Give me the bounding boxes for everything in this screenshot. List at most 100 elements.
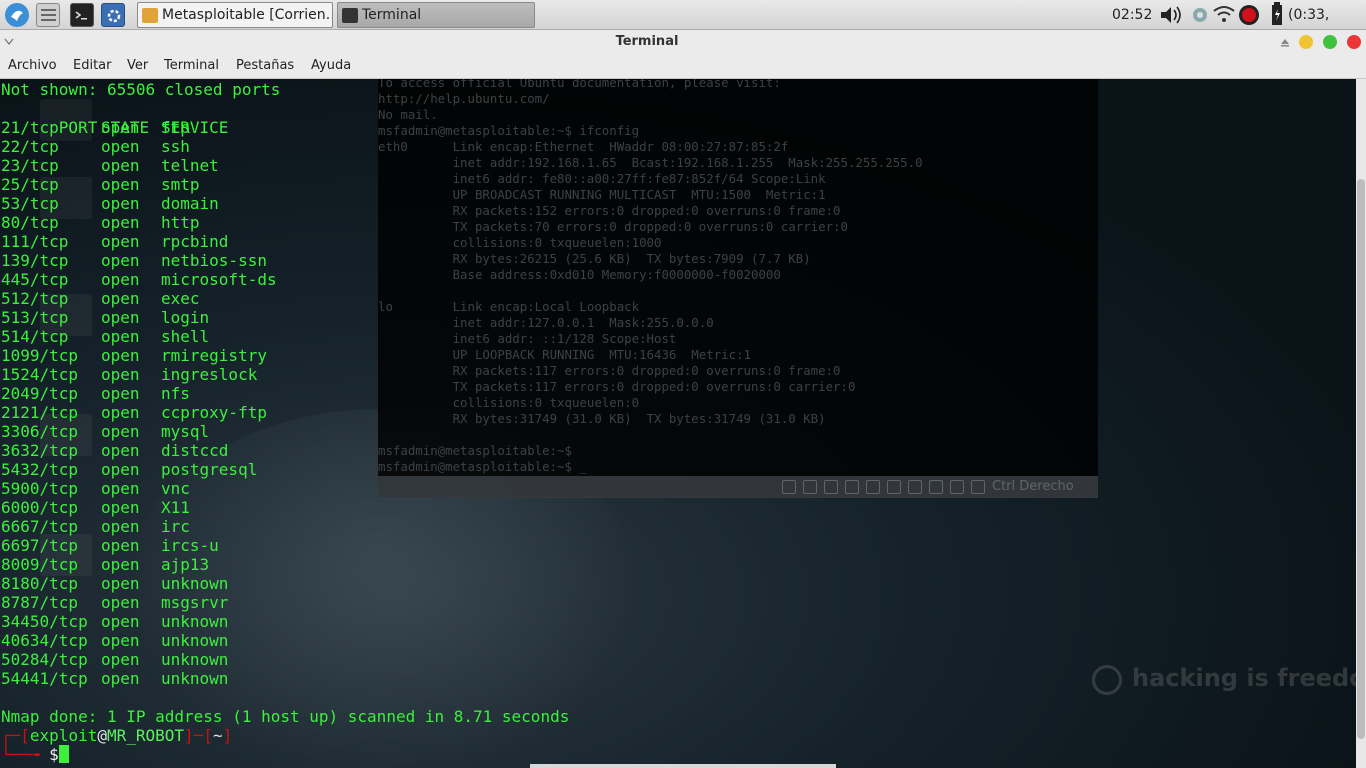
host-key-label: Ctrl Derecho [992,479,1074,494]
port-state: open [101,137,140,156]
network-icon [908,480,922,494]
port-service: ircs-u [161,536,219,555]
menu-pestanas[interactable]: Pestañas [236,58,294,73]
port-row: 21/tcp open ftp [1,118,190,137]
port-row: 8787/tcp open msgsrvr [1,593,228,612]
port-number: 40634/tcp [1,631,88,650]
port-row: 53/tcp open domain [1,194,219,213]
port-number: 512/tcp [1,289,69,308]
port-state: open [101,612,140,631]
minimize-button[interactable] [1299,35,1313,49]
power-icon [1092,665,1122,695]
vm-console-line: TX packets:117 errors:0 dropped:0 overru… [378,379,856,394]
port-number: 34450/tcp [1,612,88,631]
menu-terminal[interactable]: Terminal [164,58,219,73]
vm-console-line: RX packets:152 errors:0 dropped:0 overru… [378,203,841,218]
vm-console-line: RX bytes:31749 (31.0 KB) TX bytes:31749 … [378,411,826,426]
menu-editar[interactable]: Editar [73,58,112,73]
battery-icon[interactable] [1268,0,1286,30]
record-icon [929,480,943,494]
terminal-icon[interactable] [70,3,94,27]
vm-console-line: TX packets:70 errors:0 dropped:0 overrun… [378,219,848,234]
port-row: 6697/tcp open ircs-u [1,536,219,555]
port-row: 80/tcp open http [1,213,200,232]
wifi-icon[interactable] [1212,0,1236,30]
port-number: 23/tcp [1,156,59,175]
terminal-area[interactable]: hacking is freedom To access official Ub… [0,79,1356,768]
port-state: open [101,308,140,327]
prompt-at: @ [97,726,107,745]
cd-icon [803,480,817,494]
scrollbar-thumb[interactable] [1357,179,1365,739]
task-terminal[interactable]: Terminal [337,2,535,28]
port-service: smtp [161,175,200,194]
port-number: 6667/tcp [1,517,79,536]
port-number: 445/tcp [1,270,69,289]
shade-icon[interactable] [1279,36,1291,48]
port-number: 53/tcp [1,194,59,213]
files-icon[interactable] [36,3,60,27]
port-row: 445/tcp open microsoft-ds [1,270,277,289]
bird-icon[interactable] [5,3,29,27]
scrollbar[interactable] [1356,79,1366,768]
port-service: unknown [161,574,229,593]
maximize-button[interactable] [1323,35,1337,49]
clock[interactable]: 02:52 [1112,0,1152,30]
port-row: 6667/tcp open irc [1,517,190,536]
port-service: unknown [161,650,229,669]
port-state: open [101,479,140,498]
port-row: 2049/tcp open nfs [1,384,190,403]
port-state: open [101,270,140,289]
arrow-icon [971,480,985,494]
close-button[interactable] [1347,35,1361,49]
port-state: open [101,422,140,441]
port-number: 8180/tcp [1,574,79,593]
vm-console-line: Base address:0xd010 Memory:f0000000-f002… [378,267,781,282]
display-icon [887,480,901,494]
prompt-input-line[interactable]: └──╼ $ [1,745,69,764]
vm-console-line: RX packets:117 errors:0 dropped:0 overru… [378,363,841,378]
port-row: 22/tcp open ssh [1,137,190,156]
task-metasploitable-label: Metasploitable [Corrien… [162,7,333,23]
port-number: 513/tcp [1,308,69,327]
port-number: 3306/tcp [1,422,79,441]
battery-status[interactable]: (0:33, 63%) [1288,0,1366,53]
port-number: 8787/tcp [1,593,79,612]
port-number: 6697/tcp [1,536,79,555]
port-service: http [161,213,200,232]
port-state: open [101,118,140,137]
port-service: login [161,308,210,327]
vm-console-line [378,283,1098,299]
window-titlebar[interactable]: Terminal [0,30,1366,54]
port-state: open [101,232,140,251]
volume-icon[interactable] [1158,0,1184,30]
port-service: exec [161,289,200,308]
settings-icon[interactable] [101,3,125,27]
vm-console-line: inet addr:127.0.0.1 Mask:255.0.0.0 [378,315,714,330]
task-metasploitable[interactable]: Metasploitable [Corrien… [137,2,333,28]
prompt-line: ┌─[exploit@MR_ROBOT]─[~] [1,726,232,745]
port-service: irc [161,517,190,536]
usb-icon [845,480,859,494]
port-row: 1099/tcp open rmiregistry [1,346,267,365]
menu-ayuda[interactable]: Ayuda [311,58,351,73]
port-state: open [101,365,140,384]
port-state: open [101,346,140,365]
network-manager-icon[interactable] [1189,0,1211,30]
record-icon[interactable] [1238,0,1260,30]
port-row: 3632/tcp open distccd [1,441,228,460]
port-service: ssh [161,137,190,156]
port-state: open [101,517,140,536]
text-cursor[interactable] [58,745,69,763]
port-number: 80/tcp [1,213,59,232]
port-row: 5900/tcp open vnc [1,479,190,498]
menu-archivo[interactable]: Archivo [8,58,57,73]
port-state: open [101,251,140,270]
port-number: 514/tcp [1,327,69,346]
port-state: open [101,650,140,669]
port-state: open [101,213,140,232]
prompt-user: exploit [29,726,98,745]
nmap-done-line: Nmap done: 1 IP address (1 host up) scan… [1,707,570,726]
menu-ver[interactable]: Ver [127,58,148,73]
vm-console-line: UP BROADCAST RUNNING MULTICAST MTU:1500 … [378,187,826,202]
